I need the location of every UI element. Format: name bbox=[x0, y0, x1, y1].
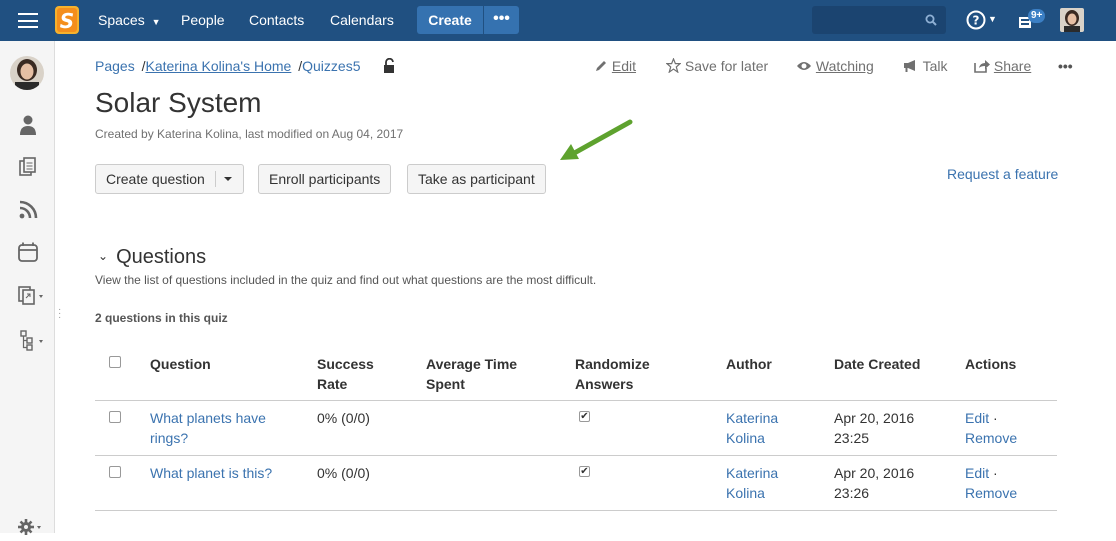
remove-question-link[interactable]: Remove bbox=[965, 430, 1017, 446]
column-date-created: Date Created bbox=[834, 356, 921, 372]
megaphone-icon bbox=[904, 60, 915, 72]
nav-spaces[interactable]: Spaces ▼ bbox=[98, 0, 161, 41]
watching-label: Watching bbox=[815, 58, 874, 74]
unlock-icon[interactable] bbox=[383, 57, 397, 77]
eye-icon bbox=[797, 62, 811, 70]
randomize-checkbox[interactable]: ✔ bbox=[579, 411, 590, 422]
row-select-checkbox[interactable] bbox=[109, 411, 121, 423]
author-link[interactable]: Katerina Kolina bbox=[726, 465, 778, 501]
breadcrumb-pages[interactable]: Pages bbox=[95, 58, 135, 74]
column-average-time: Average Time Spent bbox=[426, 356, 518, 392]
svg-text:?: ? bbox=[973, 14, 980, 28]
import-pages-icon[interactable] bbox=[17, 284, 47, 306]
date-created: Apr 20, 2016 23:26 bbox=[834, 465, 915, 501]
create-question-button[interactable]: Create question bbox=[95, 164, 244, 194]
author-link[interactable]: Katerina Kolina bbox=[726, 410, 778, 446]
share-button[interactable]: Share bbox=[974, 58, 1031, 74]
help-menu[interactable]: ? ▼ bbox=[966, 10, 1006, 30]
questions-count: 2 questions in this quiz bbox=[95, 311, 228, 325]
calendar-icon[interactable] bbox=[17, 241, 39, 263]
talk-button[interactable]: Talk bbox=[903, 58, 948, 74]
page-title: Solar System bbox=[95, 87, 262, 118]
create-button[interactable]: Create bbox=[417, 6, 483, 34]
person-icon[interactable] bbox=[17, 114, 39, 136]
edit-question-link[interactable]: Edit bbox=[965, 410, 989, 426]
chevron-down-icon: ⌄ bbox=[98, 249, 109, 263]
row-select-checkbox[interactable] bbox=[109, 466, 121, 478]
create-more-button[interactable]: ••• bbox=[484, 6, 519, 34]
chevron-down-icon: ▼ bbox=[151, 17, 161, 27]
take-as-participant-button[interactable]: Take as participant bbox=[407, 164, 546, 194]
questions-heading-label: Questions bbox=[116, 246, 207, 268]
edit-button[interactable]: Edit bbox=[594, 58, 636, 74]
search-icon bbox=[925, 14, 937, 26]
chevron-down-icon[interactable] bbox=[224, 177, 232, 181]
create-question-label: Create question bbox=[106, 171, 205, 187]
success-rate: 0% (0/0) bbox=[317, 410, 370, 426]
pages-icon[interactable] bbox=[17, 156, 39, 178]
select-all-checkbox[interactable] bbox=[109, 356, 121, 368]
remove-question-link[interactable]: Remove bbox=[965, 485, 1017, 501]
column-success-rate: Success Rate bbox=[317, 356, 374, 392]
questions-heading[interactable]: ⌄ Questions bbox=[98, 246, 206, 269]
more-actions-button[interactable]: ••• bbox=[1058, 58, 1073, 74]
rss-icon[interactable] bbox=[17, 199, 39, 221]
chevron-down-icon: ▼ bbox=[988, 14, 997, 24]
edit-label: Edit bbox=[611, 58, 637, 74]
column-randomize: Randomize Answers bbox=[575, 356, 650, 392]
pencil-icon bbox=[596, 61, 606, 71]
confluence-logo[interactable]: S bbox=[55, 6, 79, 34]
page-byline: Created by Katerina Kolina, last modifie… bbox=[95, 127, 404, 141]
notifications-badge: 9+ bbox=[1028, 9, 1046, 23]
star-icon bbox=[665, 57, 682, 74]
save-for-later-label: Save for later bbox=[684, 58, 769, 74]
menu-icon[interactable] bbox=[18, 13, 38, 28]
settings-icon[interactable] bbox=[17, 516, 47, 538]
user-avatar[interactable] bbox=[1060, 8, 1084, 32]
nav-people[interactable]: People bbox=[181, 0, 225, 41]
page-tree-icon[interactable] bbox=[17, 329, 47, 351]
question-link[interactable]: What planets have rings? bbox=[150, 410, 266, 446]
breadcrumb-home[interactable]: Katerina Kolina's Home bbox=[145, 58, 291, 74]
randomize-checkbox[interactable]: ✔ bbox=[579, 466, 590, 477]
green-arrow-annotation bbox=[555, 115, 635, 168]
sidebar bbox=[0, 41, 55, 535]
edit-question-link[interactable]: Edit bbox=[965, 465, 989, 481]
share-label: Share bbox=[993, 58, 1032, 74]
nav-spaces-label: Spaces bbox=[98, 12, 145, 28]
column-author: Author bbox=[726, 356, 772, 372]
request-feature-link[interactable]: Request a feature bbox=[947, 166, 1058, 182]
date-created: Apr 20, 2016 23:25 bbox=[834, 410, 915, 446]
space-avatar[interactable] bbox=[10, 56, 44, 90]
talk-label: Talk bbox=[922, 58, 948, 74]
nav-calendars[interactable]: Calendars bbox=[330, 0, 394, 41]
questions-description: View the list of questions included in t… bbox=[95, 273, 597, 287]
top-navigation: S Spaces ▼ People Contacts Calendars Cre… bbox=[0, 0, 1116, 41]
save-for-later-button[interactable]: Save for later bbox=[665, 57, 769, 74]
watching-button[interactable]: Watching bbox=[796, 58, 874, 74]
breadcrumb: Pages /Katerina Kolina's Home /Quizzes5 bbox=[95, 58, 361, 74]
question-link[interactable]: What planet is this? bbox=[150, 465, 272, 481]
enroll-participants-button[interactable]: Enroll participants bbox=[258, 164, 392, 194]
sidebar-resize-handle[interactable]: · · · bbox=[58, 305, 61, 323]
help-icon: ? bbox=[966, 10, 986, 30]
success-rate: 0% (0/0) bbox=[317, 465, 370, 481]
breadcrumb-quizzes[interactable]: Quizzes5 bbox=[302, 58, 360, 74]
share-icon bbox=[974, 60, 990, 73]
nav-contacts[interactable]: Contacts bbox=[249, 0, 304, 41]
search-input[interactable] bbox=[812, 6, 946, 34]
column-actions: Actions bbox=[965, 356, 1017, 372]
svg-text:S: S bbox=[60, 9, 74, 33]
column-question: Question bbox=[150, 356, 211, 372]
